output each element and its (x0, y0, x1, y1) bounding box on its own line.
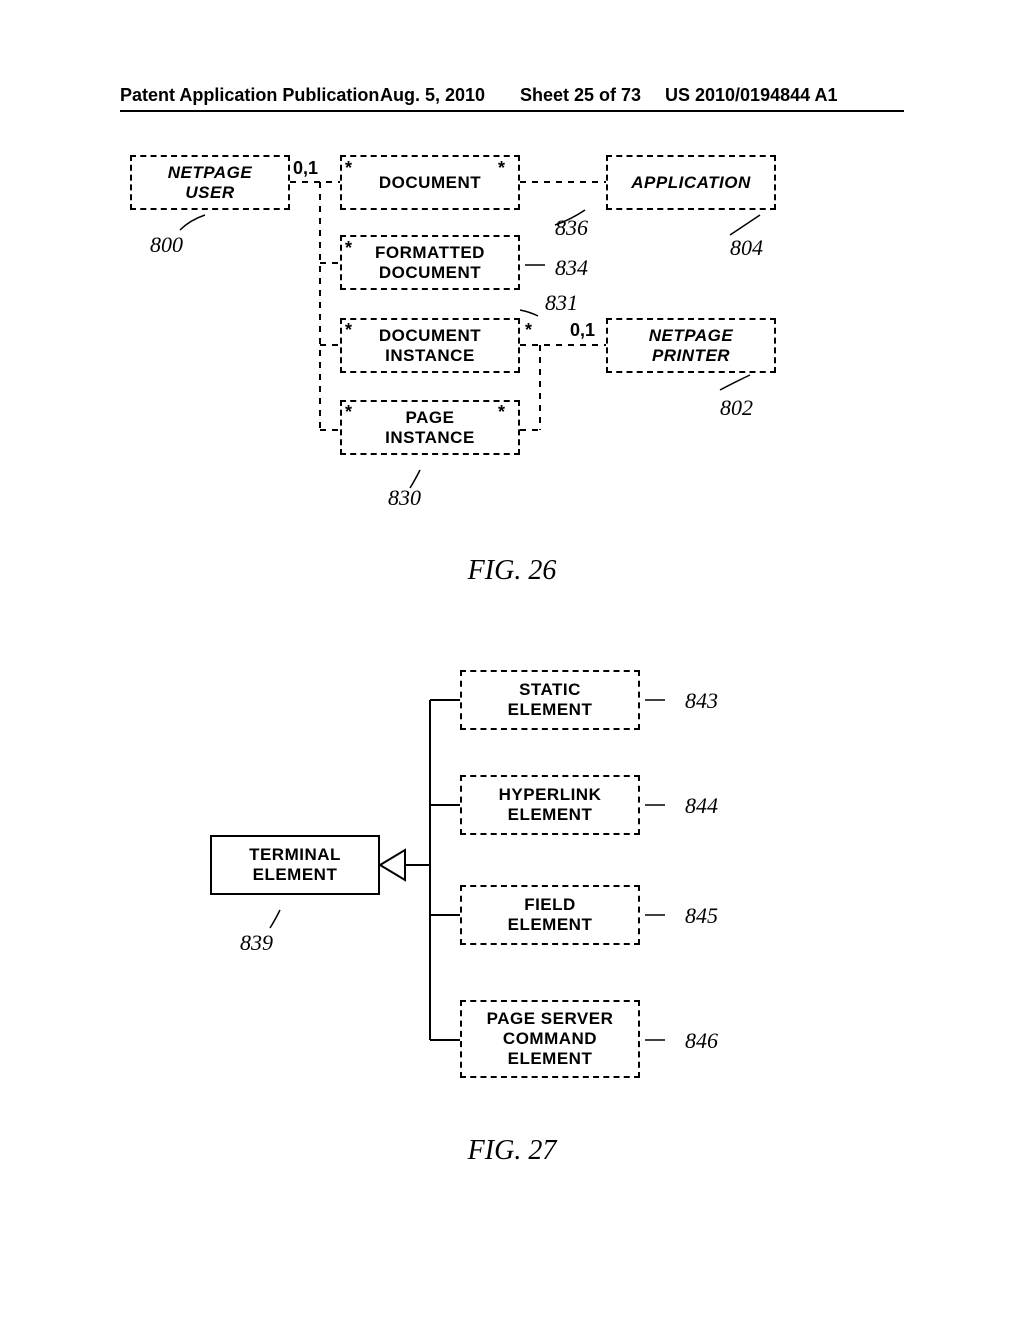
mult-dinst-r: * (525, 320, 532, 341)
terminal-element-l1: TERMINAL (249, 845, 341, 865)
ref-804: 804 (730, 235, 763, 261)
terminal-element-l2: ELEMENT (253, 865, 338, 885)
ref-834: 834 (555, 255, 588, 281)
netpage-printer-l1: NETPAGE (649, 326, 733, 346)
box-netpage-user: NETPAGE USER (130, 155, 290, 210)
box-formatted-document: FORMATTED DOCUMENT (340, 235, 520, 290)
document-instance-l2: INSTANCE (385, 346, 475, 366)
document-instance-l1: DOCUMENT (379, 326, 481, 346)
formatted-document-l2: DOCUMENT (379, 263, 481, 283)
netpage-user-l1: NETPAGE (168, 163, 252, 183)
pscmd-l3: ELEMENT (508, 1049, 593, 1069)
field-element-l1: FIELD (524, 895, 576, 915)
header-left: Patent Application Publication (120, 85, 379, 106)
ref-830: 830 (388, 485, 421, 511)
mult-pinst-l: * (345, 402, 352, 423)
fig26-caption: FIG. 26 (0, 555, 1024, 587)
header-sheet: Sheet 25 of 73 (520, 85, 641, 106)
ref-831: 831 (545, 290, 578, 316)
fig27-caption: FIG. 27 (0, 1135, 1024, 1167)
ref-802: 802 (720, 395, 753, 421)
hyperlink-element-l1: HYPERLINK (499, 785, 602, 805)
mult-dinst-l: * (345, 320, 352, 341)
box-netpage-printer: NETPAGE PRINTER (606, 318, 776, 373)
ref-844: 844 (685, 793, 718, 819)
box-field-element: FIELD ELEMENT (460, 885, 640, 945)
box-page-server-command-element: PAGE SERVER COMMAND ELEMENT (460, 1000, 640, 1078)
mult-user-r: 0,1 (293, 158, 318, 179)
box-document: DOCUMENT (340, 155, 520, 210)
mult-fdoc-l: * (345, 238, 352, 259)
ref-845: 845 (685, 903, 718, 929)
ref-839: 839 (240, 930, 273, 956)
ref-836: 836 (555, 215, 588, 241)
hyperlink-element-l2: ELEMENT (508, 805, 593, 825)
header-rule (120, 110, 904, 112)
mult-doc-r: * (498, 158, 505, 179)
mult-printer-l: 0,1 (570, 320, 595, 341)
mult-doc-l: * (345, 158, 352, 179)
application-label: APPLICATION (631, 173, 750, 193)
static-element-l2: ELEMENT (508, 700, 593, 720)
box-static-element: STATIC ELEMENT (460, 670, 640, 730)
box-page-instance: PAGE INSTANCE (340, 400, 520, 455)
box-hyperlink-element: HYPERLINK ELEMENT (460, 775, 640, 835)
ref-846: 846 (685, 1028, 718, 1054)
pscmd-l1: PAGE SERVER (487, 1009, 614, 1029)
netpage-user-l2: USER (185, 183, 234, 203)
pscmd-l2: COMMAND (503, 1029, 597, 1049)
document-label: DOCUMENT (379, 173, 481, 193)
page-instance-l1: PAGE (406, 408, 455, 428)
ref-843: 843 (685, 688, 718, 714)
mult-pinst-r: * (498, 402, 505, 423)
netpage-printer-l2: PRINTER (652, 346, 730, 366)
box-terminal-element: TERMINAL ELEMENT (210, 835, 380, 895)
field-element-l2: ELEMENT (508, 915, 593, 935)
box-document-instance: DOCUMENT INSTANCE (340, 318, 520, 373)
formatted-document-l1: FORMATTED (375, 243, 485, 263)
header-pub: US 2010/0194844 A1 (665, 85, 837, 106)
page-instance-l2: INSTANCE (385, 428, 475, 448)
ref-800: 800 (150, 232, 183, 258)
header-date: Aug. 5, 2010 (380, 85, 485, 106)
box-application: APPLICATION (606, 155, 776, 210)
static-element-l1: STATIC (519, 680, 581, 700)
